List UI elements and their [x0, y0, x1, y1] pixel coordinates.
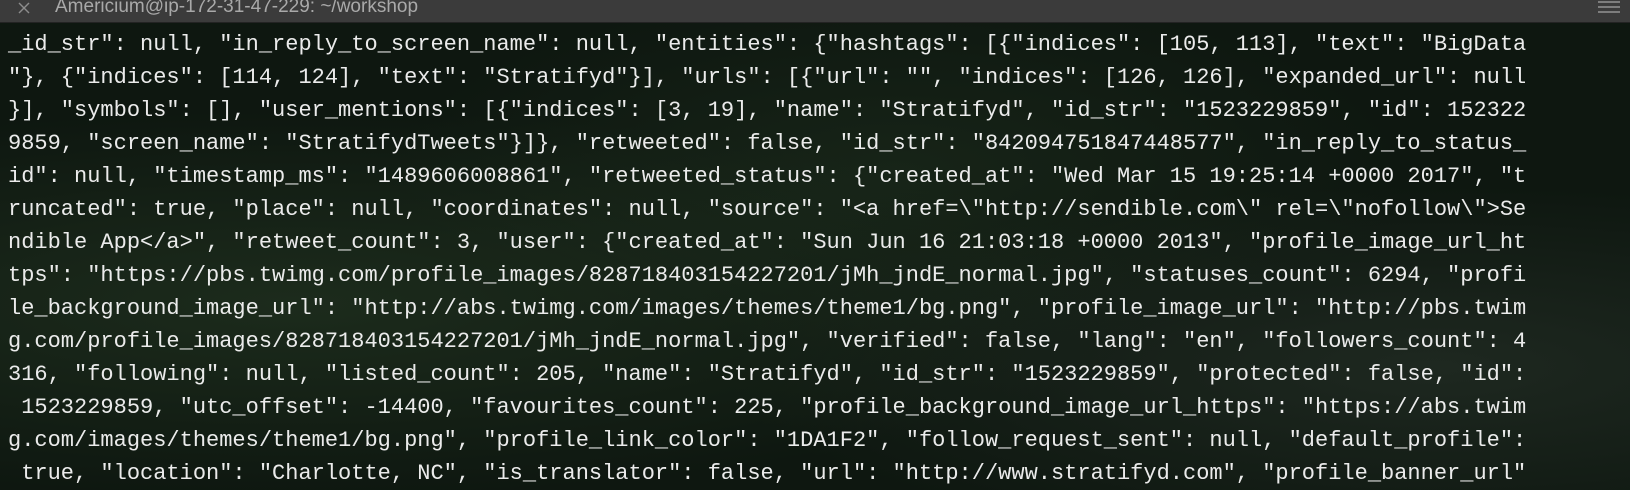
- terminal-output[interactable]: _id_str": null, "in_reply_to_screen_name…: [0, 23, 1630, 490]
- title-bar[interactable]: Americium@ip-172-31-47-229: ~/workshop: [0, 0, 1630, 23]
- terminal-line: _id_str": null, "in_reply_to_screen_name…: [8, 32, 1527, 57]
- terminal-line: tps": "https://pbs.twimg.com/profile_ima…: [8, 263, 1527, 288]
- terminal-line: g.com/images/themes/theme1/bg.png", "pro…: [8, 428, 1527, 453]
- terminal-window: Americium@ip-172-31-47-229: ~/workshop _…: [0, 0, 1630, 490]
- terminal-line: id": null, "timestamp_ms": "148960600886…: [8, 164, 1527, 189]
- terminal-line: g.com/profile_images/828718403154227201/…: [8, 329, 1527, 354]
- terminal-line: 316, "following": null, "listed_count": …: [8, 362, 1527, 387]
- window-title: Americium@ip-172-31-47-229: ~/workshop: [55, 0, 419, 17]
- terminal-line: le_background_image_url": "http://abs.tw…: [8, 296, 1527, 321]
- terminal-line: "}, {"indices": [114, 124], "text": "Str…: [8, 65, 1527, 90]
- terminal-line: true, "location": "Charlotte, NC", "is_t…: [8, 461, 1527, 486]
- terminal-line: 1523229859, "utc_offset": -14400, "favou…: [8, 395, 1527, 420]
- close-icon[interactable]: [16, 0, 32, 16]
- terminal-line: 9859, "screen_name": "StratifydTweets"}]…: [8, 131, 1527, 156]
- terminal-line: runcated": true, "place": null, "coordin…: [8, 197, 1527, 222]
- hamburger-menu-icon[interactable]: [1598, 1, 1620, 15]
- terminal-line: }], "symbols": [], "user_mentions": [{"i…: [8, 98, 1527, 123]
- terminal-line: ndible App</a>", "retweet_count": 3, "us…: [8, 230, 1527, 255]
